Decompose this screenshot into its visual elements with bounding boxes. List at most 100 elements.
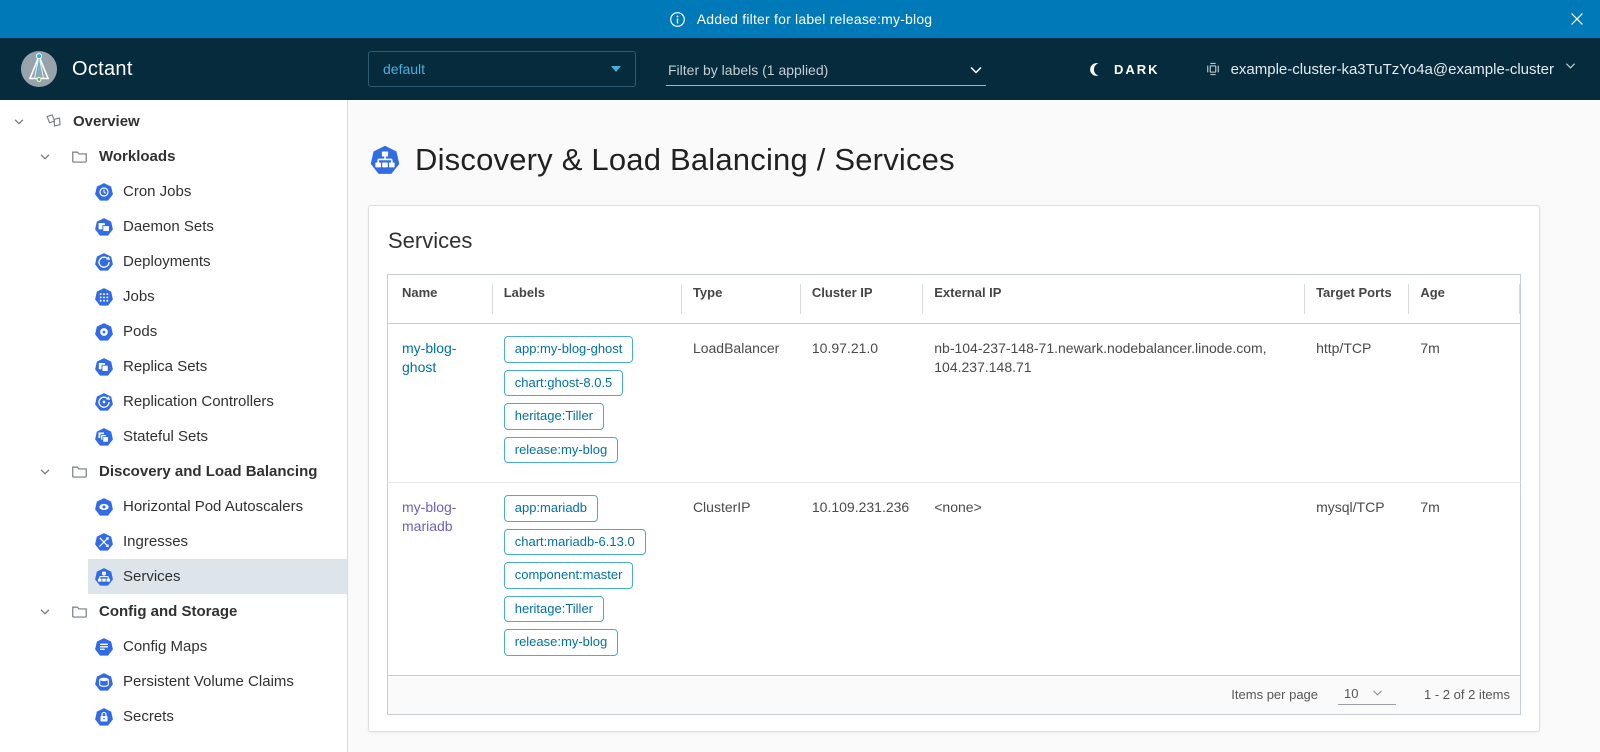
type-cell: LoadBalancer (693, 340, 779, 356)
sidebar-item-secrets[interactable]: Secrets (88, 699, 347, 734)
sidebar-item-replication-controllers[interactable]: Replication Controllers (88, 384, 347, 419)
sidebar-item-services[interactable]: Services (88, 559, 347, 594)
sidebar-tree: Overview Workloads Cron Jobs Daemon Sets Dep… (0, 104, 347, 734)
sidebar-item-label: Workloads (99, 148, 175, 165)
sidebar-item-label: Ingresses (123, 533, 188, 550)
folder-icon (70, 147, 90, 167)
items-per-page-label: Items per page (1231, 687, 1318, 702)
content-area: Discovery & Load Balancing / Services Se… (349, 100, 1600, 752)
sidebar-item-label: Services (123, 568, 181, 585)
app-title: Octant (72, 58, 133, 81)
sidebar-item-overview[interactable]: Overview (0, 104, 347, 139)
namespace-value: default (383, 61, 425, 77)
label-pill[interactable]: component:master (504, 562, 634, 589)
sidebar-item-discovery-and-load-balancing[interactable]: Discovery and Load Balancing (0, 454, 347, 489)
label-pill[interactable]: app:my-blog-ghost (504, 336, 634, 363)
pod-icon (94, 322, 114, 342)
hpa-icon (94, 497, 114, 517)
sidebar-item-stateful-sets[interactable]: Stateful Sets (88, 419, 347, 454)
sidebar-item-label: Pods (123, 323, 157, 340)
ingress-icon (94, 532, 114, 552)
sidebar-item-jobs[interactable]: Jobs (88, 279, 347, 314)
page-header: Discovery & Load Balancing / Services (369, 142, 1600, 178)
labels-cell: app:my-blog-ghost chart:ghost-8.0.5 herita… (504, 336, 669, 463)
external-ip-cell: nb-104-237-148-71.newark.nodebalancer.li… (934, 340, 1266, 375)
table-footer-row: Items per page 10 1 - 2 of 2 items (388, 675, 1521, 714)
pagination: Items per page 10 1 - 2 of 2 items (398, 685, 1510, 705)
sidebar-item-label: Jobs (123, 288, 155, 305)
moon-icon (1088, 61, 1105, 78)
sidebar-item-label: Discovery and Load Balancing (99, 463, 317, 480)
label-filter-text: Filter by labels (1 applied) (668, 62, 828, 78)
octant-logo-icon (20, 50, 58, 88)
context-value: example-cluster-ka3TuTzYo4a@example-clus… (1231, 61, 1554, 78)
service-icon (94, 567, 114, 587)
namespace-select[interactable]: default (368, 51, 636, 87)
notification-bar: Added filter for label release:my-blog (0, 0, 1600, 38)
sidebar-item-pods[interactable]: Pods (88, 314, 347, 349)
sidebar-item-label: Persistent Volume Claims (123, 673, 294, 690)
sidebar-item-label: Config and Storage (99, 603, 237, 620)
sidebar-item-workloads[interactable]: Workloads (0, 139, 347, 174)
table-row: my-blog-ghost app:my-blog-ghost chart:ghos… (388, 324, 1521, 483)
chevron-down-icon[interactable] (38, 150, 54, 164)
replicationcontroller-icon (94, 392, 114, 412)
cluster-icon (1204, 60, 1222, 78)
caret-down-icon (611, 66, 621, 72)
close-icon[interactable] (1567, 9, 1587, 29)
label-filter-select[interactable]: Filter by labels (1 applied) (666, 56, 986, 86)
items-per-page-value: 10 (1344, 686, 1358, 701)
sidebar-item-label: Replica Sets (123, 358, 207, 375)
sidebar-item-label: Cron Jobs (123, 183, 191, 200)
label-pill[interactable]: release:my-blog (504, 629, 619, 656)
label-pill[interactable]: chart:mariadb-6.13.0 (504, 529, 646, 556)
chevron-down-icon[interactable] (38, 605, 54, 619)
deployment-icon (94, 252, 114, 272)
service-name-link[interactable]: my-blog-mariadb (402, 499, 456, 534)
chevron-down-icon (968, 62, 984, 78)
page-title: Discovery & Load Balancing / Services (415, 142, 955, 178)
chevron-down-icon[interactable] (12, 115, 28, 129)
sidebar-item-replica-sets[interactable]: Replica Sets (88, 349, 347, 384)
items-per-page-select[interactable]: 10 (1338, 685, 1396, 705)
label-pill[interactable]: heritage:Tiller (504, 596, 604, 623)
target-ports-cell: http/TCP (1316, 340, 1371, 356)
sidebar-item-label: Stateful Sets (123, 428, 208, 445)
chevron-down-icon (1372, 690, 1383, 697)
chevron-down-icon (1565, 62, 1576, 70)
cluster-ip-cell: 10.109.231.236 (812, 499, 909, 515)
external-ip-cell: <none> (934, 499, 982, 515)
sidebar-item-cron-jobs[interactable]: Cron Jobs (88, 174, 347, 209)
service-icon (369, 144, 401, 176)
context-selector[interactable]: example-cluster-ka3TuTzYo4a@example-clus… (1204, 60, 1576, 78)
sidebar-item-daemon-sets[interactable]: Daemon Sets (88, 209, 347, 244)
services-table: NameLabelsTypeCluster IPExternal IPTarge… (387, 274, 1521, 715)
sidebar-item-persistent-volume-claims[interactable]: Persistent Volume Claims (88, 664, 347, 699)
column-header-name: Name (388, 275, 492, 324)
job-icon (94, 287, 114, 307)
label-pill[interactable]: release:my-blog (504, 437, 619, 464)
sidebar-item-deployments[interactable]: Deployments (88, 244, 347, 279)
folder-icon (70, 602, 90, 622)
notification-message: Added filter for label release:my-blog (697, 11, 933, 27)
statefulset-icon (94, 427, 114, 447)
label-pill[interactable]: chart:ghost-8.0.5 (504, 370, 624, 397)
sidebar-item-horizontal-pod-autoscalers[interactable]: Horizontal Pod Autoscalers (88, 489, 347, 524)
sidebar-item-label: Daemon Sets (123, 218, 214, 235)
sidebar-item-ingresses[interactable]: Ingresses (88, 524, 347, 559)
sidebar-item-config-maps[interactable]: Config Maps (88, 629, 347, 664)
sidebar-item-config-and-storage[interactable]: Config and Storage (0, 594, 347, 629)
label-pill[interactable]: app:mariadb (504, 495, 598, 522)
app-header: Octant default Filter by labels (1 appli… (0, 38, 1600, 100)
column-header-age: Age (1408, 275, 1520, 324)
label-pill[interactable]: heritage:Tiller (504, 403, 604, 430)
sidebar-item-label: Deployments (123, 253, 211, 270)
replicaset-icon (94, 357, 114, 377)
dark-mode-toggle[interactable]: DARK (1088, 61, 1160, 78)
pagination-range: 1 - 2 of 2 items (1424, 687, 1510, 702)
service-name-link[interactable]: my-blog-ghost (402, 340, 456, 375)
chevron-down-icon[interactable] (38, 465, 54, 479)
target-ports-cell: mysql/TCP (1316, 499, 1384, 515)
dark-mode-label: DARK (1114, 62, 1160, 77)
cluster-ip-cell: 10.97.21.0 (812, 340, 878, 356)
